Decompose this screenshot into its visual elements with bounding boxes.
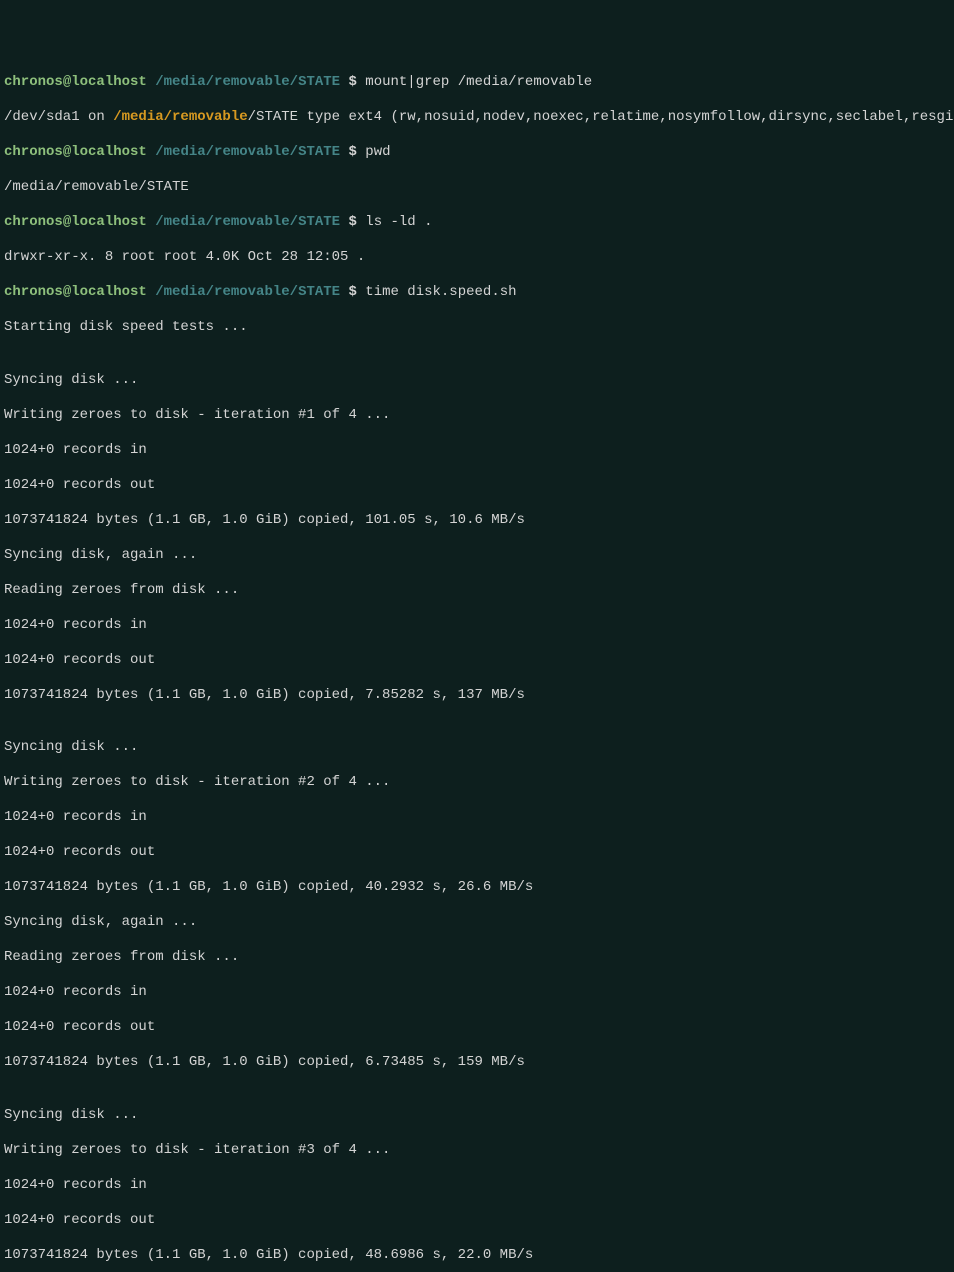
iter1-writing: Writing zeroes to disk - iteration #1 of… — [4, 407, 950, 425]
prompt-host: localhost — [71, 74, 147, 90]
prompt-line-1: chronos@localhost /media/removable/STATE… — [4, 74, 950, 92]
prompt-symbol: $ — [348, 74, 365, 90]
records-out: 1024+0 records out — [4, 477, 950, 495]
records-out: 1024+0 records out — [4, 1212, 950, 1230]
command-text: ls -ld . — [365, 214, 432, 230]
reading-line: Reading zeroes from disk ... — [4, 949, 950, 967]
iter2-read-result: 1073741824 bytes (1.1 GB, 1.0 GiB) copie… — [4, 1054, 950, 1072]
records-in: 1024+0 records in — [4, 984, 950, 1002]
iter1-read-result: 1073741824 bytes (1.1 GB, 1.0 GiB) copie… — [4, 687, 950, 705]
iter2-writing: Writing zeroes to disk - iteration #2 of… — [4, 774, 950, 792]
sync-line: Syncing disk ... — [4, 372, 950, 390]
iter3-writing: Writing zeroes to disk - iteration #3 of… — [4, 1142, 950, 1160]
command-text: mount|grep — [365, 74, 457, 90]
records-in: 1024+0 records in — [4, 1177, 950, 1195]
prompt-user: chronos — [4, 74, 63, 90]
prompt-line-3: chronos@localhost /media/removable/STATE… — [4, 214, 950, 232]
sync-again-line: Syncing disk, again ... — [4, 914, 950, 932]
pwd-output: /media/removable/STATE — [4, 179, 950, 197]
sync-line: Syncing disk ... — [4, 739, 950, 757]
prompt-line-2: chronos@localhost /media/removable/STATE… — [4, 144, 950, 162]
script-start: Starting disk speed tests ... — [4, 319, 950, 337]
command-text: time disk.speed.sh — [365, 284, 516, 300]
mount-output: /dev/sda1 on /media/removable/STATE type… — [4, 109, 950, 127]
records-in: 1024+0 records in — [4, 617, 950, 635]
records-out: 1024+0 records out — [4, 1019, 950, 1037]
reading-line: Reading zeroes from disk ... — [4, 582, 950, 600]
records-out: 1024+0 records out — [4, 652, 950, 670]
records-in: 1024+0 records in — [4, 809, 950, 827]
prompt-line-4: chronos@localhost /media/removable/STATE… — [4, 284, 950, 302]
iter1-write-result: 1073741824 bytes (1.1 GB, 1.0 GiB) copie… — [4, 512, 950, 530]
iter2-write-result: 1073741824 bytes (1.1 GB, 1.0 GiB) copie… — [4, 879, 950, 897]
prompt-path: /media/removable/STATE — [147, 74, 349, 90]
command-text: pwd — [365, 144, 390, 160]
grep-match: /media/removable — [113, 109, 247, 125]
sync-again-line: Syncing disk, again ... — [4, 547, 950, 565]
command-arg: /media/removable — [458, 74, 592, 90]
sync-line: Syncing disk ... — [4, 1107, 950, 1125]
terminal-output[interactable]: chronos@localhost /media/removable/STATE… — [4, 74, 950, 1272]
ls-output: drwxr-xr-x. 8 root root 4.0K Oct 28 12:0… — [4, 249, 950, 267]
iter3-write-result: 1073741824 bytes (1.1 GB, 1.0 GiB) copie… — [4, 1247, 950, 1265]
prompt-at: @ — [63, 74, 71, 90]
records-in: 1024+0 records in — [4, 442, 950, 460]
records-out: 1024+0 records out — [4, 844, 950, 862]
